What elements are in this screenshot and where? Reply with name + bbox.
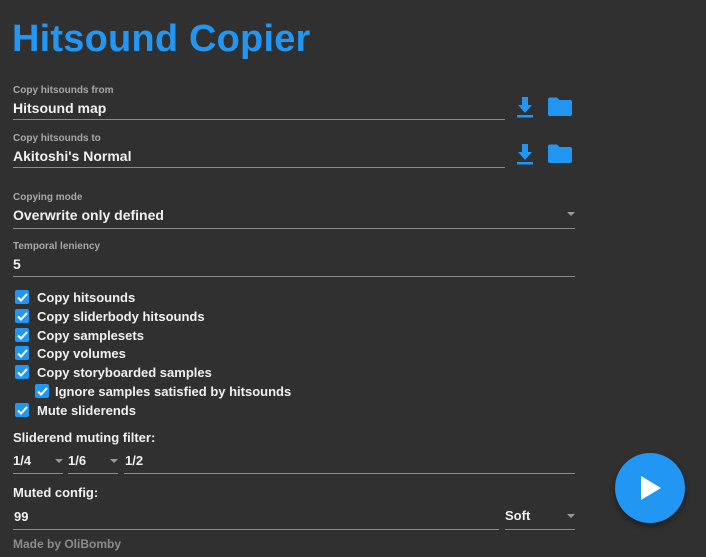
copy-to-input[interactable]: Akitoshi's Normal <box>13 148 131 164</box>
checkbox-ignore-satisfied-samples[interactable]: Ignore samples satisfied by hitsounds <box>35 382 291 400</box>
copy-from-underline <box>13 119 505 120</box>
checkbox-label: Copy volumes <box>37 345 126 361</box>
sliderend-filter-underline <box>124 473 575 474</box>
chevron-down-icon <box>110 459 118 463</box>
sliderend-filter-value-3[interactable]: 1/2 <box>125 453 143 468</box>
copy-from-label: Copy hitsounds from <box>13 85 114 96</box>
temporal-leniency-underline <box>13 276 575 277</box>
copy-to-underline <box>13 167 505 168</box>
sliderend-filter-label: Sliderend muting filter: <box>13 430 156 445</box>
temporal-leniency-label: Temporal leniency <box>13 241 101 252</box>
checkbox-checked-icon[interactable] <box>15 309 29 323</box>
app-title: Hitsound Copier <box>12 18 311 60</box>
temporal-leniency-input[interactable]: 5 <box>13 256 21 272</box>
checkbox-checked-icon[interactable] <box>15 290 29 304</box>
chevron-down-icon <box>55 459 63 463</box>
sliderend-filter-value-1: 1/4 <box>13 453 32 468</box>
temporal-leniency-field[interactable]: Temporal leniency 5 <box>13 241 575 277</box>
checkbox-copy-hitsounds[interactable]: Copy hitsounds <box>15 288 135 306</box>
checkbox-label: Ignore samples satisfied by hitsounds <box>55 383 292 399</box>
checkbox-copy-storyboarded-samples[interactable]: Copy storyboarded samples <box>15 363 212 381</box>
sliderend-filter-select-2[interactable]: 1/6 <box>68 450 118 474</box>
sliderend-filter-select-1[interactable]: 1/4 <box>13 450 63 474</box>
checkbox-checked-icon[interactable] <box>15 403 29 417</box>
muted-config-underline <box>13 529 499 530</box>
footer-credit: Made by OliBomby <box>13 537 122 551</box>
chevron-down-icon <box>567 212 575 216</box>
copying-mode-select[interactable]: Copying mode Overwrite only defined <box>13 192 575 229</box>
sliderend-filter-underline <box>13 473 63 474</box>
folder-icon[interactable] <box>547 143 573 164</box>
checkbox-mute-sliderends[interactable]: Mute sliderends <box>15 401 136 419</box>
copying-mode-label: Copying mode <box>13 192 83 203</box>
sliderend-filter-input-3[interactable]: 1/2 <box>124 450 575 474</box>
play-icon <box>641 476 661 500</box>
checkbox-label: Copy hitsounds <box>37 289 136 305</box>
muted-sampleset-select[interactable]: Soft <box>505 505 575 530</box>
folder-icon[interactable] <box>547 96 573 117</box>
muted-config-value[interactable]: 99 <box>14 509 28 524</box>
checkbox-label: Copy storyboarded samples <box>37 364 212 380</box>
checkbox-checked-icon[interactable] <box>15 346 29 360</box>
checkbox-label: Mute sliderends <box>37 402 136 418</box>
checkbox-copy-sliderbody-hitsounds[interactable]: Copy sliderbody hitsounds <box>15 307 205 325</box>
copy-from-input[interactable]: Hitsound map <box>13 100 106 116</box>
muted-sampleset-underline <box>505 529 575 530</box>
download-icon[interactable] <box>515 96 535 118</box>
sliderend-filter-underline <box>68 473 118 474</box>
copying-mode-underline <box>13 228 575 229</box>
sliderend-filter-value-2: 1/6 <box>68 453 87 468</box>
chevron-down-icon <box>567 514 575 518</box>
checkbox-checked-icon[interactable] <box>35 384 49 398</box>
muted-config-input[interactable]: 99 <box>13 505 499 530</box>
copying-mode-value: Overwrite only defined <box>13 207 164 223</box>
run-button[interactable] <box>615 453 685 523</box>
checkbox-checked-icon[interactable] <box>15 328 29 342</box>
checkbox-copy-volumes[interactable]: Copy volumes <box>15 344 126 362</box>
checkbox-checked-icon[interactable] <box>15 365 29 379</box>
copy-from-field[interactable]: Copy hitsounds from Hitsound map <box>13 85 505 121</box>
muted-sampleset-value: Soft <box>505 508 531 523</box>
muted-config-label: Muted config: <box>13 485 99 500</box>
checkbox-label: Copy samplesets <box>37 327 144 343</box>
checkbox-label: Copy sliderbody hitsounds <box>37 308 205 324</box>
checkbox-copy-samplesets[interactable]: Copy samplesets <box>15 326 144 344</box>
download-icon[interactable] <box>515 143 535 165</box>
copy-to-field[interactable]: Copy hitsounds to Akitoshi's Normal <box>13 133 505 169</box>
copy-to-label: Copy hitsounds to <box>13 133 101 144</box>
